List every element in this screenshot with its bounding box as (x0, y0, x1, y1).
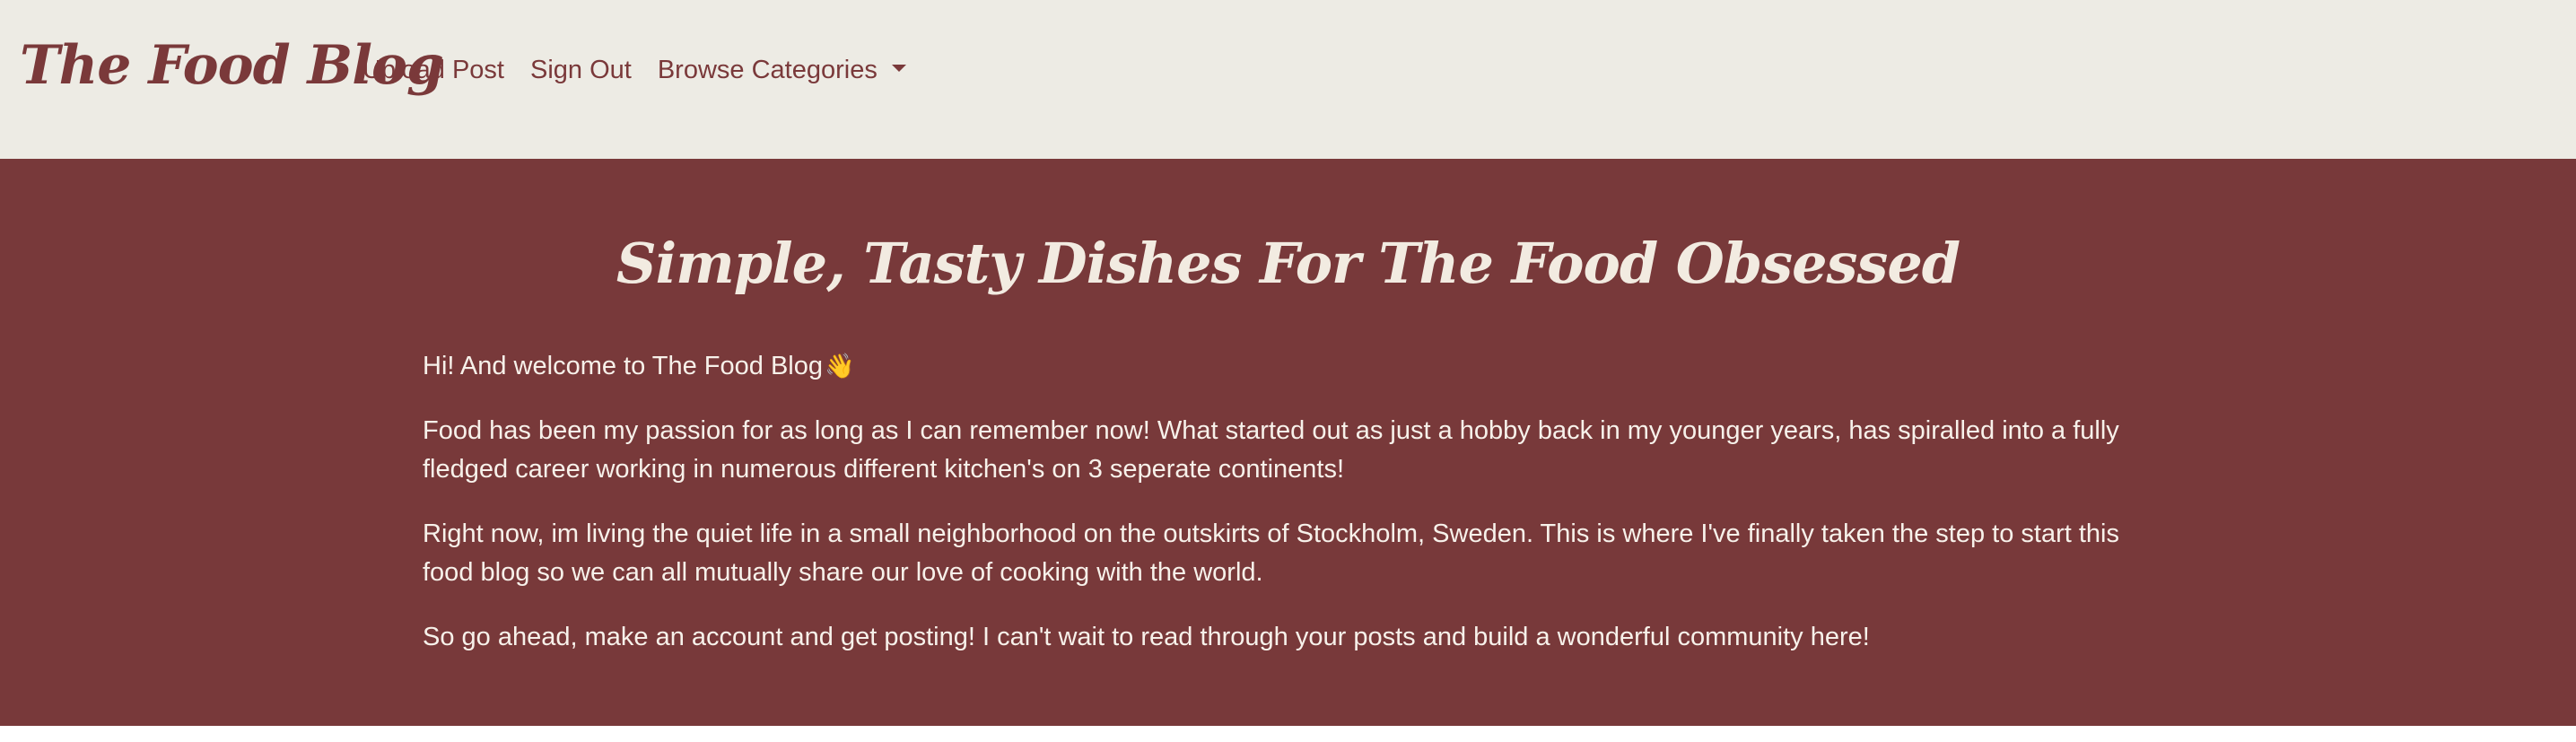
hero-paragraph: Right now, im living the quiet life in a… (423, 519, 2119, 587)
hero-title: Simple, Tasty Dishes For The Food Obsess… (616, 231, 1960, 296)
nav-sign-out[interactable]: Sign Out (530, 56, 632, 85)
greeting-text: Hi! And welcome to The Food Blog (423, 352, 823, 380)
waving-hand-icon: 👋 (825, 353, 855, 380)
hero-greeting: Hi! And welcome to The Food Blog👋 (423, 347, 2145, 386)
nav-browse-categories-label: Browse Categories (657, 56, 878, 84)
hero-body: Hi! And welcome to The Food Blog👋 Food h… (423, 347, 2145, 683)
chevron-down-icon (891, 65, 906, 73)
nav-links: Upload Post Sign Out Browse Categories (362, 56, 932, 85)
nav-upload-post[interactable]: Upload Post (362, 56, 504, 85)
hero-paragraph: Food has been my passion for as long as … (423, 416, 2119, 484)
navbar: The Food Blog Upload Post Sign Out Brows… (0, 0, 2576, 159)
hero-section: Simple, Tasty Dishes For The Food Obsess… (0, 159, 2576, 726)
hero-paragraph: So go ahead, make an account and get pos… (423, 623, 1870, 651)
nav-browse-categories-dropdown[interactable]: Browse Categories (658, 56, 906, 85)
